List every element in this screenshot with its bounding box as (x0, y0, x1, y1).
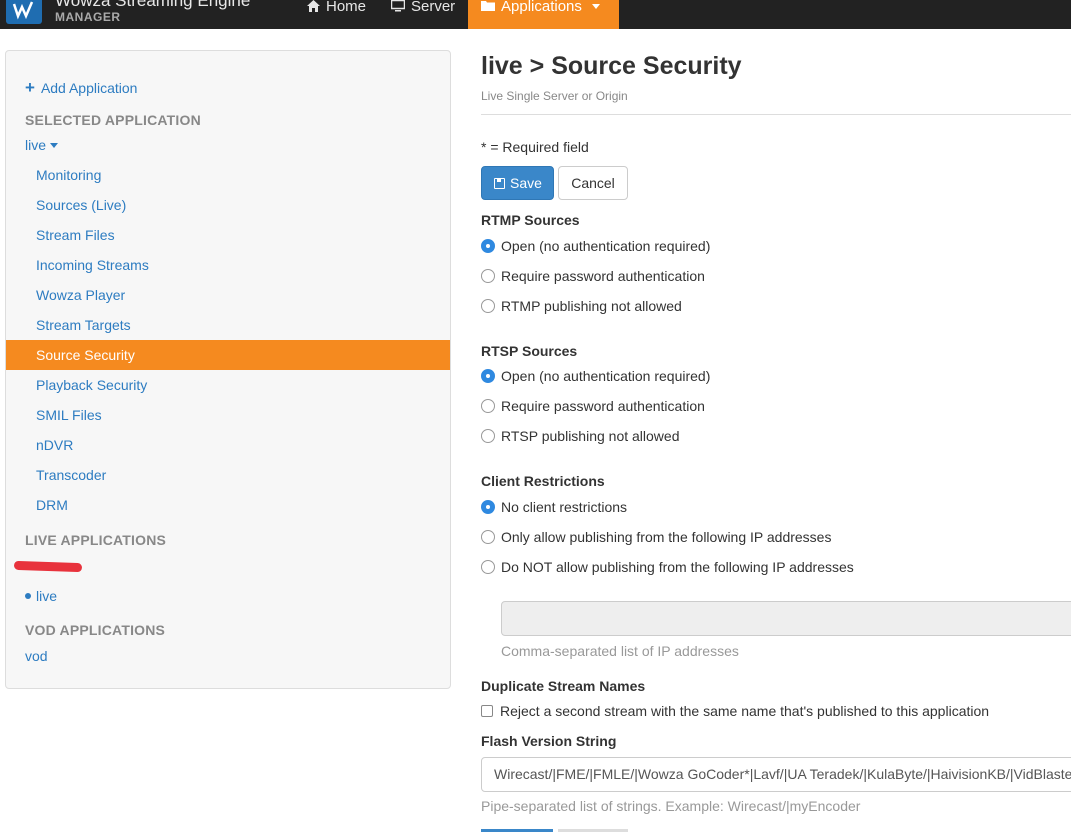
nav-home[interactable]: Home (307, 0, 366, 29)
client-option-label: Do NOT allow publishing from the followi… (501, 559, 854, 575)
ip-addresses-help: Comma-separated list of IP addresses (501, 643, 739, 659)
flash-version-heading: Flash Version String (481, 733, 617, 749)
add-application-link[interactable]: + Add Application (25, 78, 137, 98)
top-navbar: Wowza Streaming Engine MANAGER Home Serv… (0, 0, 1071, 29)
caret-down-icon (591, 4, 600, 9)
nav-applications[interactable]: Applications (468, 0, 619, 29)
brand[interactable]: Wowza Streaming Engine MANAGER (0, 0, 290, 29)
ip-addresses-input[interactable] (501, 601, 1071, 636)
nav-server[interactable]: Server (390, 0, 456, 29)
live-app-link[interactable]: live (25, 588, 57, 604)
sidebar-item-incoming-streams[interactable]: Incoming Streams (6, 250, 450, 280)
client-option-allow-ips[interactable]: Only allow publishing from the following… (481, 529, 831, 547)
rtmp-option-label: RTMP publishing not allowed (501, 298, 682, 314)
radio-unchecked-icon[interactable] (481, 299, 495, 313)
sidebar-item-monitoring[interactable]: Monitoring (6, 160, 450, 190)
divider (481, 114, 1071, 115)
rtsp-option-open[interactable]: Open (no authentication required) (481, 368, 710, 386)
rtsp-option-label: Require password authentication (501, 398, 705, 414)
radio-unchecked-icon[interactable] (481, 560, 495, 574)
brand-subtitle: MANAGER (55, 10, 121, 24)
rtmp-option-password[interactable]: Require password authentication (481, 268, 705, 286)
selected-app-dropdown[interactable]: live (25, 137, 59, 153)
bullet-icon (25, 593, 31, 599)
wowza-logo-icon (6, 0, 42, 24)
selected-application-heading: SELECTED APPLICATION (25, 112, 201, 128)
rtmp-option-label: Open (no authentication required) (501, 238, 711, 254)
nav-home-label: Home (326, 0, 367, 15)
rtmp-option-open[interactable]: Open (no authentication required) (481, 238, 710, 256)
sidebar-item-playback-security[interactable]: Playback Security (6, 370, 450, 400)
sidebar-item-drm[interactable]: DRM (6, 490, 450, 520)
sidebar-item-sources-live[interactable]: Sources (Live) (6, 190, 450, 220)
rtmp-sources-heading: RTMP Sources (481, 212, 580, 228)
radio-unchecked-icon[interactable] (481, 429, 495, 443)
checkbox[interactable] (481, 705, 493, 717)
flash-version-help: Pipe-separated list of strings. Example:… (481, 798, 861, 814)
sidebar-item-wowza-player[interactable]: Wowza Player (6, 280, 450, 310)
caret-down-icon (50, 143, 59, 148)
duplicate-stream-names-heading: Duplicate Stream Names (481, 678, 646, 694)
sidebar-item-stream-files[interactable]: Stream Files (6, 220, 450, 250)
redaction-mark (13, 560, 83, 573)
radio-unchecked-icon[interactable] (481, 269, 495, 283)
radio-checked-icon[interactable] (481, 239, 495, 253)
live-applications-heading: LIVE APPLICATIONS (25, 532, 167, 548)
save-label: Save (510, 175, 542, 191)
radio-unchecked-icon[interactable] (481, 399, 495, 413)
rtmp-option-label: Require password authentication (501, 268, 705, 284)
reject-duplicate-checkbox-row[interactable]: Reject a second stream with the same nam… (481, 703, 989, 721)
vod-app-link[interactable]: vod (25, 648, 48, 664)
required-note: * = Required field (481, 139, 589, 155)
reject-duplicate-label: Reject a second stream with the same nam… (500, 703, 990, 719)
selected-app-label: live (25, 137, 47, 153)
folder-icon (481, 0, 495, 14)
radio-unchecked-icon[interactable] (481, 530, 495, 544)
rtmp-option-not-allowed[interactable]: RTMP publishing not allowed (481, 298, 682, 316)
plus-icon: + (25, 78, 35, 97)
home-icon (307, 0, 320, 15)
rtsp-option-not-allowed[interactable]: RTSP publishing not allowed (481, 428, 680, 446)
rtsp-option-label: Open (no authentication required) (501, 368, 711, 384)
flash-version-input[interactable]: Wirecast/|FME/|FMLE/|Wowza GoCoder*|Lavf… (481, 757, 1071, 792)
add-application-label: Add Application (40, 80, 138, 96)
client-option-deny-ips[interactable]: Do NOT allow publishing from the followi… (481, 559, 854, 577)
nav-server-label: Server (411, 0, 456, 15)
sidebar-item-smil-files[interactable]: SMIL Files (6, 400, 450, 430)
save-button[interactable]: Save (481, 166, 554, 200)
sidebar: + Add Application SELECTED APPLICATION li… (5, 50, 451, 689)
nav-applications-label: Applications (501, 0, 582, 15)
rtsp-option-password[interactable]: Require password authentication (481, 398, 705, 416)
page-subtitle: Live Single Server or Origin (481, 89, 628, 103)
rtsp-sources-heading: RTSP Sources (481, 343, 578, 359)
rtsp-option-label: RTSP publishing not allowed (501, 428, 680, 444)
floppy-disk-icon (494, 178, 505, 189)
radio-checked-icon[interactable] (481, 369, 495, 383)
page-title: live > Source Security (481, 52, 742, 80)
client-option-label: Only allow publishing from the following… (501, 529, 832, 545)
radio-checked-icon[interactable] (481, 500, 495, 514)
sidebar-item-transcoder[interactable]: Transcoder (6, 460, 450, 490)
vod-applications-heading: VOD APPLICATIONS (25, 622, 166, 638)
sidebar-item-source-security[interactable]: Source Security (6, 340, 450, 370)
live-app-label: live (36, 588, 58, 604)
client-option-none[interactable]: No client restrictions (481, 499, 627, 517)
sidebar-item-stream-targets[interactable]: Stream Targets (6, 310, 450, 340)
monitor-icon (390, 0, 406, 15)
client-option-label: No client restrictions (501, 499, 628, 515)
client-restrictions-heading: Client Restrictions (481, 473, 605, 489)
sidebar-item-ndvr[interactable]: nDVR (6, 430, 450, 460)
cancel-button[interactable]: Cancel (558, 166, 628, 200)
